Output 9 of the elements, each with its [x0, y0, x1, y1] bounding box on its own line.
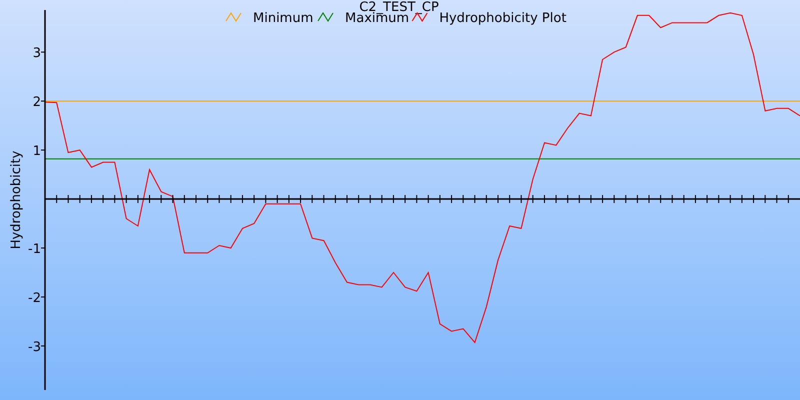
y-axis-label: Hydrophobicity — [9, 150, 24, 250]
y-tick-label: -2 — [28, 290, 41, 306]
legend-label: Minimum — [253, 11, 314, 26]
y-tick-label: -3 — [28, 340, 41, 355]
legend-label: Hydrophobicity Plot — [439, 11, 566, 26]
y-tick-label: -1 — [28, 242, 41, 257]
y-tick-label: 2 — [32, 95, 41, 110]
y-tick-label: 3 — [32, 46, 41, 62]
y-tick-label: 1 — [32, 144, 41, 160]
